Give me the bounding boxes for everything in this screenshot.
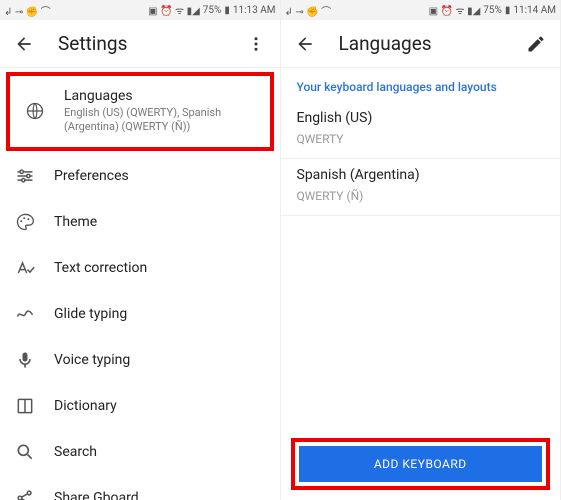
status-time: 11:14 AM	[513, 5, 556, 16]
pencil-icon	[526, 34, 546, 54]
settings-item-voice-typing[interactable]: Voice typing	[0, 337, 280, 383]
settings-item-title: Search	[54, 444, 266, 460]
languages-screen: ↲ ⊸ ✊ ⌒ ▣ ⏰ ᯤ ▮◢ 75% ▮ 11:14 AM Language…	[281, 0, 561, 500]
battery-text: 75%	[203, 5, 222, 16]
settings-item-title: Languages	[64, 88, 256, 104]
status-time: 11:13 AM	[233, 5, 276, 16]
overflow-menu-button[interactable]	[244, 32, 268, 56]
settings-screen: ↲ ⊸ ✊ ⌒ ▣ ⏰ ᯤ ▮◢ 75% ▮ 11:13 AM Settings…	[0, 0, 281, 500]
status-left-icons: ↲ ⊸ ✊ ⌒	[285, 3, 332, 18]
language-layout: QWERTY	[297, 132, 545, 146]
language-layout: QWERTY (Ñ)	[297, 189, 545, 203]
settings-item-text-correction[interactable]: Text correction	[0, 245, 280, 291]
settings-item-title: Voice typing	[54, 352, 266, 368]
mic-icon	[14, 349, 36, 371]
battery-icon: ▮	[505, 5, 511, 16]
status-bar: ↲ ⊸ ✊ ⌒ ▣ ⏰ ᯤ ▮◢ 75% ▮ 11:13 AM	[0, 0, 280, 20]
status-bar: ↲ ⊸ ✊ ⌒ ▣ ⏰ ᯤ ▮◢ 75% ▮ 11:14 AM	[281, 0, 561, 20]
language-item-english[interactable]: English (US) QWERTY	[281, 102, 561, 159]
settings-item-share-gboard[interactable]: Share Gboard	[0, 475, 280, 500]
app-bar: Settings	[0, 20, 280, 68]
settings-item-title: Share Gboard	[54, 490, 266, 500]
book-icon	[14, 395, 36, 417]
globe-icon	[24, 100, 46, 122]
battery-text: 75%	[483, 5, 502, 16]
search-icon	[14, 441, 36, 463]
language-name: English (US)	[297, 110, 545, 126]
back-button[interactable]	[293, 32, 317, 56]
more-vert-icon	[247, 35, 265, 53]
status-icons: ▣ ⏰ ᯤ ▮◢	[148, 3, 200, 17]
page-title: Settings	[58, 32, 244, 55]
settings-item-title: Dictionary	[54, 398, 266, 414]
settings-item-preferences[interactable]: Preferences	[0, 153, 280, 199]
settings-item-title: Preferences	[54, 168, 266, 184]
back-arrow-icon	[14, 34, 34, 54]
settings-item-glide-typing[interactable]: Glide typing	[0, 291, 280, 337]
settings-list: Languages English (US) (QWERTY), Spanish…	[0, 68, 280, 500]
glide-icon	[14, 303, 36, 325]
share-icon	[14, 487, 36, 500]
settings-item-languages[interactable]: Languages English (US) (QWERTY), Spanish…	[6, 72, 274, 151]
app-bar: Languages	[281, 20, 561, 68]
palette-icon	[14, 211, 36, 233]
edit-button[interactable]	[524, 32, 548, 56]
battery-icon: ▮	[224, 5, 230, 16]
add-keyboard-highlight: ADD KEYBOARD	[291, 438, 551, 490]
settings-item-search[interactable]: Search	[0, 429, 280, 475]
settings-item-dictionary[interactable]: Dictionary	[0, 383, 280, 429]
text-correction-icon	[14, 257, 36, 279]
language-name: Spanish (Argentina)	[297, 167, 545, 183]
back-arrow-icon	[295, 34, 315, 54]
settings-item-title: Text correction	[54, 260, 266, 276]
section-header: Your keyboard languages and layouts	[281, 68, 561, 102]
language-item-spanish[interactable]: Spanish (Argentina) QWERTY (Ñ)	[281, 159, 561, 216]
page-title: Languages	[339, 32, 525, 55]
status-icons: ▣ ⏰ ᯤ ▮◢	[429, 3, 481, 17]
settings-item-theme[interactable]: Theme	[0, 199, 280, 245]
settings-item-subtitle: English (US) (QWERTY), Spanish (Argentin…	[64, 106, 256, 135]
settings-item-title: Theme	[54, 214, 266, 230]
settings-item-title: Glide typing	[54, 306, 266, 322]
add-keyboard-button[interactable]: ADD KEYBOARD	[299, 446, 543, 482]
sliders-icon	[14, 165, 36, 187]
languages-list: Your keyboard languages and layouts Engl…	[281, 68, 561, 500]
back-button[interactable]	[12, 32, 36, 56]
status-left-icons: ↲ ⊸ ✊ ⌒	[4, 3, 51, 18]
